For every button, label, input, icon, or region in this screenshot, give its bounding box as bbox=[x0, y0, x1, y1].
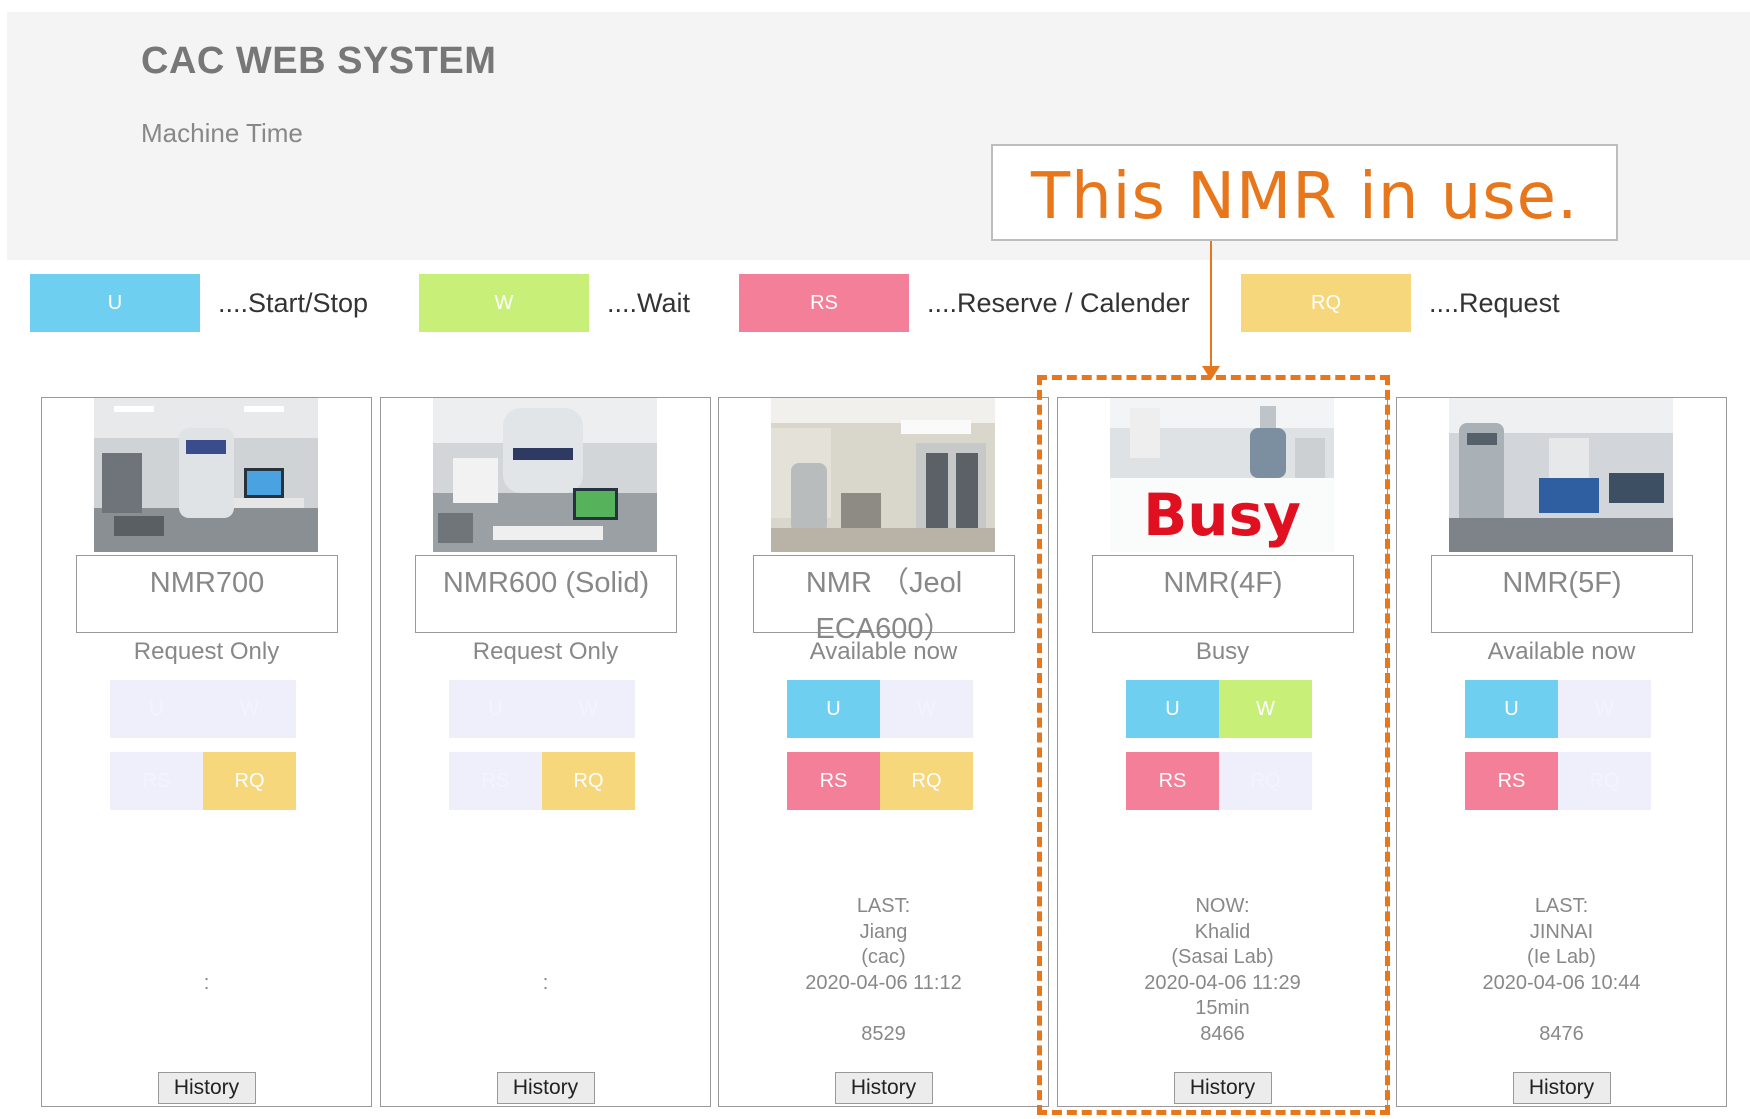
wait-button[interactable]: W bbox=[1558, 680, 1651, 738]
button-row-top: U W bbox=[1465, 680, 1651, 738]
button-row-bottom: RS RQ bbox=[787, 752, 973, 810]
machine-name: NMR700 bbox=[149, 567, 265, 599]
wait-button[interactable]: W bbox=[880, 680, 973, 738]
in-use-highlight-frame bbox=[1037, 375, 1390, 1115]
info-line-3 bbox=[381, 945, 710, 971]
history-button[interactable]: History bbox=[834, 1072, 933, 1104]
reserve-button[interactable]: RS bbox=[787, 752, 880, 810]
callout-text: This NMR in use. bbox=[1031, 160, 1579, 234]
request-button[interactable]: RQ bbox=[1558, 752, 1651, 810]
info-line-2 bbox=[42, 920, 371, 946]
machine-status: Available now bbox=[809, 638, 958, 665]
machine-name: NMR600 (Solid) bbox=[442, 567, 650, 599]
legend-label-rs: ....Reserve / Calender bbox=[927, 287, 1190, 318]
machine-status: Available now bbox=[1487, 638, 1636, 665]
request-button[interactable]: RQ bbox=[542, 752, 635, 810]
machine-photo[interactable] bbox=[771, 398, 995, 552]
usage-info: LAST: JINNAI (Ie Lab) 2020-04-06 10:44 8… bbox=[1397, 894, 1726, 1047]
legend-label-w: ....Wait bbox=[607, 287, 691, 318]
info-line-1: LAST: bbox=[856, 895, 911, 917]
start-stop-button[interactable]: U bbox=[449, 680, 542, 738]
wait-button[interactable]: W bbox=[203, 680, 296, 738]
start-stop-button[interactable]: U bbox=[110, 680, 203, 738]
legend-item-u: U ....Start/Stop bbox=[30, 274, 368, 332]
history-button[interactable]: History bbox=[157, 1072, 256, 1104]
machine-status: Request Only bbox=[133, 638, 280, 665]
info-line-2: Jiang bbox=[859, 920, 908, 943]
annotation-callout: This NMR in use. bbox=[991, 144, 1618, 241]
info-line-1 bbox=[42, 894, 371, 920]
usage-info: : bbox=[42, 894, 371, 996]
button-row-bottom: RS RQ bbox=[1465, 752, 1651, 810]
info-line-5 bbox=[719, 996, 1048, 1022]
info-line-4: : bbox=[203, 971, 210, 994]
button-row-bottom: RS RQ bbox=[110, 752, 296, 810]
machine-photo[interactable] bbox=[433, 398, 657, 552]
machine-name: NMR(5F) bbox=[1502, 567, 1622, 599]
legend-swatch-w: W bbox=[419, 274, 589, 332]
machine-photo[interactable] bbox=[1449, 398, 1673, 552]
wait-button[interactable]: W bbox=[542, 680, 635, 738]
info-line-3: (Ie Lab) bbox=[1527, 946, 1596, 968]
machine-name-box: NMR600 (Solid) bbox=[415, 555, 677, 633]
page-subtitle: Machine Time bbox=[141, 118, 303, 148]
machine-card-nmr700: NMR700 Request Only U W RS RQ : History bbox=[41, 397, 372, 1107]
legend-label-rq: ....Request bbox=[1429, 287, 1560, 318]
button-row-top: U W bbox=[449, 680, 635, 738]
machine-name-box: NMR700 bbox=[76, 555, 338, 633]
machine-name-box: NMR （Jeol ECA600） bbox=[753, 555, 1015, 645]
button-row-top: U W bbox=[787, 680, 973, 738]
reserve-button[interactable]: RS bbox=[1465, 752, 1558, 810]
start-stop-button[interactable]: U bbox=[787, 680, 880, 738]
machine-card-nmr600-solid: NMR600 (Solid) Request Only U W RS RQ : … bbox=[380, 397, 711, 1107]
info-line-2: JINNAI bbox=[1529, 920, 1594, 943]
reserve-button[interactable]: RS bbox=[449, 752, 542, 810]
info-line-6: 8476 bbox=[1539, 1022, 1584, 1045]
info-line-1 bbox=[381, 894, 710, 920]
callout-arrow-line bbox=[1210, 241, 1212, 368]
legend-label-u: ....Start/Stop bbox=[218, 287, 369, 318]
info-line-5 bbox=[1397, 996, 1726, 1022]
legend-swatch-rs: RS bbox=[739, 274, 909, 332]
machine-photo[interactable] bbox=[94, 398, 318, 552]
usage-info: LAST: Jiang (cac) 2020-04-06 11:12 8529 bbox=[719, 894, 1048, 1047]
info-line-4: : bbox=[542, 971, 549, 994]
start-stop-button[interactable]: U bbox=[1465, 680, 1558, 738]
button-row-top: U W bbox=[110, 680, 296, 738]
legend-item-w: W ....Wait bbox=[419, 274, 690, 332]
button-row-bottom: RS RQ bbox=[449, 752, 635, 810]
legend-item-rq: RQ ....Request bbox=[1241, 274, 1560, 332]
info-line-6: 8529 bbox=[861, 1022, 906, 1045]
request-button[interactable]: RQ bbox=[880, 752, 973, 810]
info-line-1: LAST: bbox=[1534, 895, 1589, 917]
request-button[interactable]: RQ bbox=[203, 752, 296, 810]
machine-name-box: NMR(5F) bbox=[1431, 555, 1693, 633]
legend-item-rs: RS ....Reserve / Calender bbox=[739, 274, 1190, 332]
machine-card-nmr-jeol: NMR （Jeol ECA600） Available now U W RS R… bbox=[718, 397, 1049, 1107]
history-button[interactable]: History bbox=[496, 1072, 595, 1104]
app-title: CAC WEB SYSTEM bbox=[141, 40, 497, 82]
info-line-3: (cac) bbox=[861, 946, 906, 968]
machine-status: Request Only bbox=[472, 638, 619, 665]
info-line-4: 2020-04-06 10:44 bbox=[1482, 971, 1641, 994]
usage-info: : bbox=[381, 894, 710, 996]
reserve-button[interactable]: RS bbox=[110, 752, 203, 810]
history-button[interactable]: History bbox=[1512, 1072, 1611, 1104]
info-line-3 bbox=[42, 945, 371, 971]
machine-card-nmr-5f: NMR(5F) Available now U W RS RQ LAST: JI… bbox=[1396, 397, 1727, 1107]
info-line-2 bbox=[381, 920, 710, 946]
legend-swatch-rq: RQ bbox=[1241, 274, 1411, 332]
legend-swatch-u: U bbox=[30, 274, 200, 332]
info-line-4: 2020-04-06 11:12 bbox=[805, 971, 962, 994]
